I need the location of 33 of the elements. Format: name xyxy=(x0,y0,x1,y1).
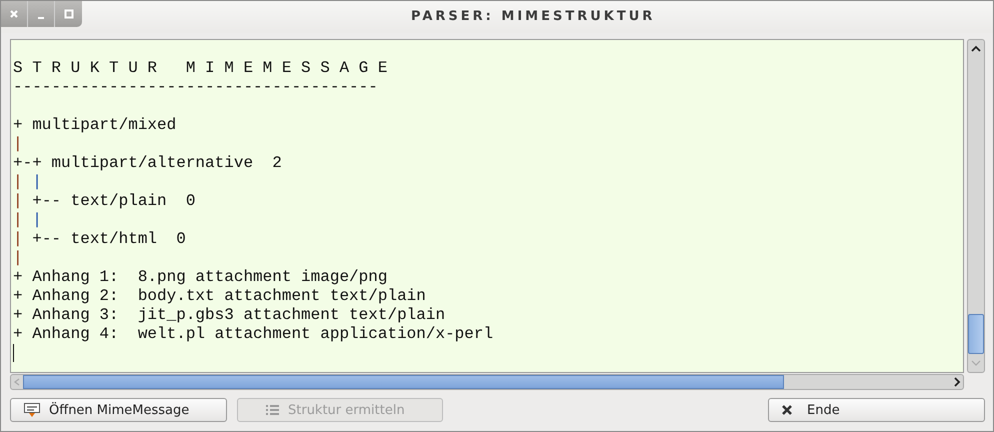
tree-branch: | xyxy=(13,230,23,248)
output-line: +-- text/plain 0 xyxy=(31,192,196,210)
vertical-scrollbar[interactable] xyxy=(967,39,985,373)
output-line: + Anhang 1: 8.png attachment image/png xyxy=(13,268,388,286)
tree-branch: | xyxy=(13,249,23,267)
output-line: + Anhang 4: welt.pl attachment application/x-perl xyxy=(13,325,494,343)
maximize-icon xyxy=(64,9,74,19)
output-line: S T R U K T U R M I M E M E S S A G E xyxy=(13,59,388,77)
output-line: + Anhang 2: body.txt attachment text/plain xyxy=(13,287,426,305)
tree-branch: | xyxy=(13,192,23,210)
scrollbar-thumb[interactable] xyxy=(968,314,984,354)
tree-branch: | xyxy=(13,211,23,229)
output-line: +-- text/html 0 xyxy=(31,230,186,248)
output-line: -------------------------------------- xyxy=(13,78,378,96)
document-icon xyxy=(23,402,41,418)
output-line: + multipart/mixed xyxy=(13,116,176,134)
tree-branch: | xyxy=(13,135,23,153)
end-button[interactable]: Ende xyxy=(768,398,985,422)
horizontal-scrollbar[interactable] xyxy=(10,374,964,390)
output-line: +-+ multipart/alternative 2 xyxy=(13,154,282,172)
close-icon xyxy=(9,9,19,19)
tree-branch: | xyxy=(31,173,42,191)
text-area[interactable] xyxy=(10,39,964,373)
tree-branch: | xyxy=(31,211,42,229)
window-title: PARSER: MIMESTRUKTUR xyxy=(411,9,656,24)
minimize-icon xyxy=(38,17,44,19)
scrollbar-thumb[interactable] xyxy=(23,375,784,389)
output-line: + Anhang 3: jit_p.gbs3 attachment text/plain xyxy=(13,306,446,324)
list-icon xyxy=(266,404,280,416)
open-button[interactable]: Öffnen MimeMessage xyxy=(10,398,227,422)
tree-branch: | xyxy=(13,173,23,191)
text-cursor xyxy=(13,344,14,362)
close-icon xyxy=(781,404,793,416)
